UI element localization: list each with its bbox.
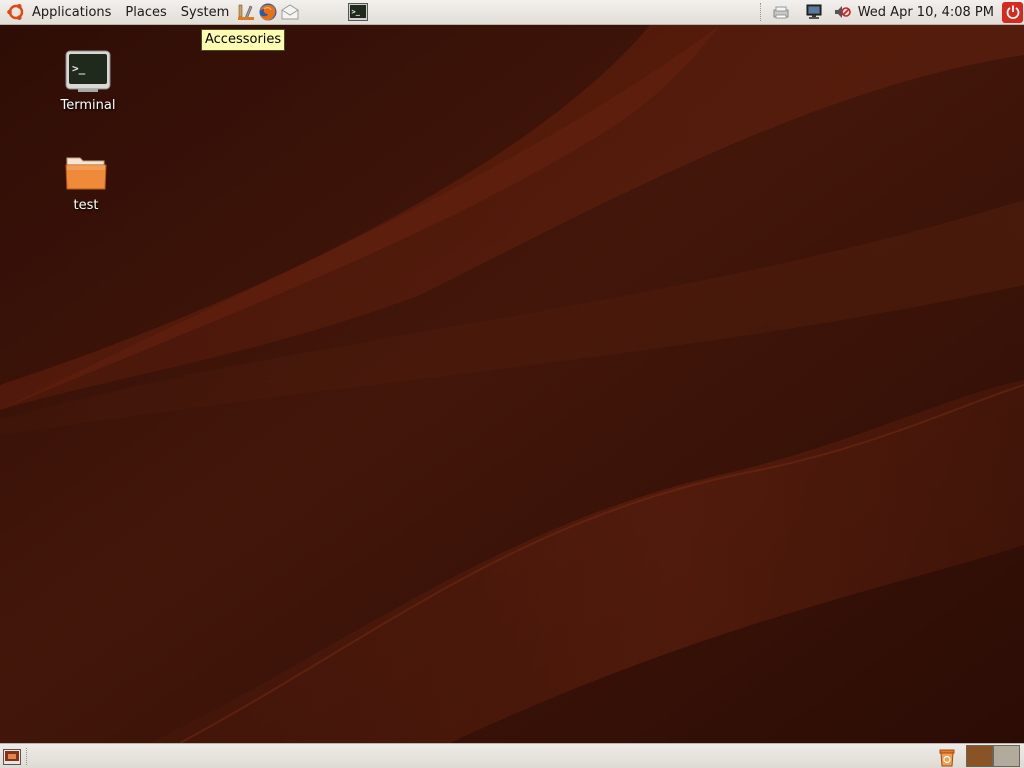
system-menu[interactable]: System [174,0,236,24]
ubuntu-logo-icon [7,4,24,20]
volume-muted-icon [834,6,851,18]
terminal-window-button[interactable]: >_ [347,1,369,23]
applications-menu[interactable]: Applications [0,0,118,24]
folder-icon [62,148,110,196]
accessories-tooltip: Accessories [201,29,286,51]
svg-text:>_: >_ [352,8,361,16]
desktop-icon-label: Terminal [60,98,116,113]
desktop[interactable]: >_ Terminal test [0,25,1024,743]
firefox-icon [259,3,277,21]
top-panel: Applications Places System >_ Wed Apr 10… [0,0,1024,25]
places-menu-label: Places [125,4,167,20]
trash-icon [939,749,955,767]
panel-separator [759,3,763,21]
trash-button[interactable] [936,746,958,768]
workspace-1[interactable] [966,745,993,767]
workspace-2[interactable] [993,745,1020,767]
power-icon [1006,5,1019,19]
wallpaper [0,25,1024,743]
screen: >_ Terminal test Applications Places Sys… [0,0,1024,768]
power-button[interactable] [1002,1,1023,23]
desktop-icon-label: test [73,198,99,213]
show-desktop-icon [3,749,21,765]
accessories-icon [238,4,255,20]
places-menu[interactable]: Places [118,0,173,24]
printer-icon [773,6,789,19]
show-desktop-button[interactable] [1,747,23,767]
network-tray[interactable] [803,1,825,23]
network-icon [806,4,822,19]
accessories-launcher[interactable] [235,1,257,23]
applications-menu-label: Applications [32,4,112,20]
bottom-panel [0,743,1024,768]
svg-text:>_: >_ [72,62,86,75]
volume-tray[interactable] [831,1,853,23]
panel-grip [26,748,29,765]
desktop-icon-test-folder[interactable]: test [46,148,126,213]
desktop-icon-terminal[interactable]: >_ Terminal [48,48,128,113]
terminal-window-icon: >_ [348,3,369,21]
mail-icon [281,4,299,20]
firefox-launcher[interactable] [257,1,279,23]
system-menu-label: System [180,4,230,20]
terminal-icon: >_ [64,48,112,96]
printer-tray[interactable] [770,1,792,23]
clock[interactable]: Wed Apr 10, 4:08 PM [856,5,1002,20]
workspace-switcher [966,745,1020,767]
mail-launcher[interactable] [279,1,301,23]
